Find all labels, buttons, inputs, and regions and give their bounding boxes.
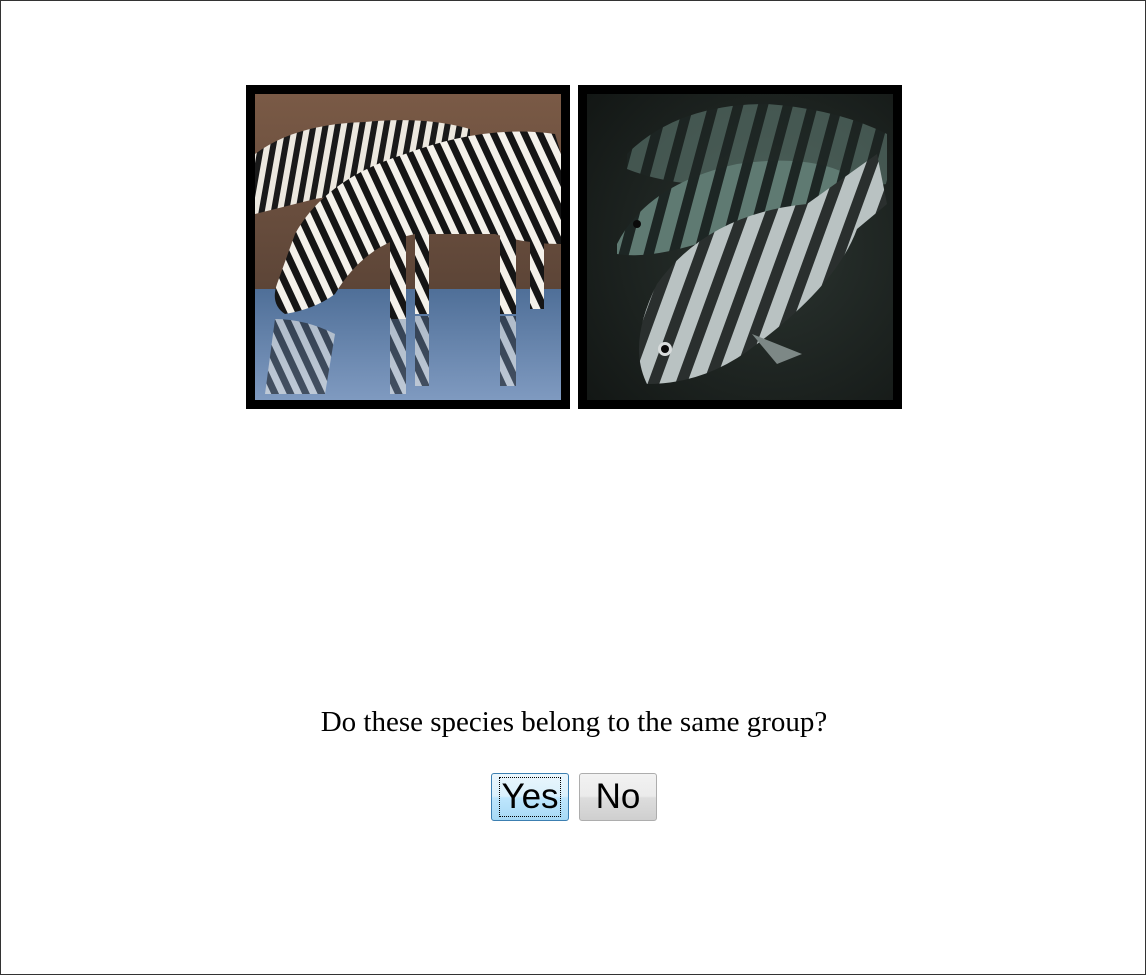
question-text: Do these species belong to the same grou…	[320, 706, 828, 738]
yes-button[interactable]: Yes	[491, 773, 569, 821]
zebra-image-frame	[246, 85, 570, 409]
species-image-pair	[246, 85, 902, 409]
fish-image-frame	[578, 85, 902, 409]
no-button[interactable]: No	[579, 773, 657, 821]
zebra-photo-icon	[255, 94, 561, 400]
no-button-label: No	[595, 777, 641, 816]
yes-button-label: Yes	[501, 777, 559, 816]
answer-buttons: Yes No	[491, 773, 661, 821]
fish-photo-icon	[587, 94, 893, 400]
page-container: Do these species belong to the same grou…	[0, 0, 1146, 975]
